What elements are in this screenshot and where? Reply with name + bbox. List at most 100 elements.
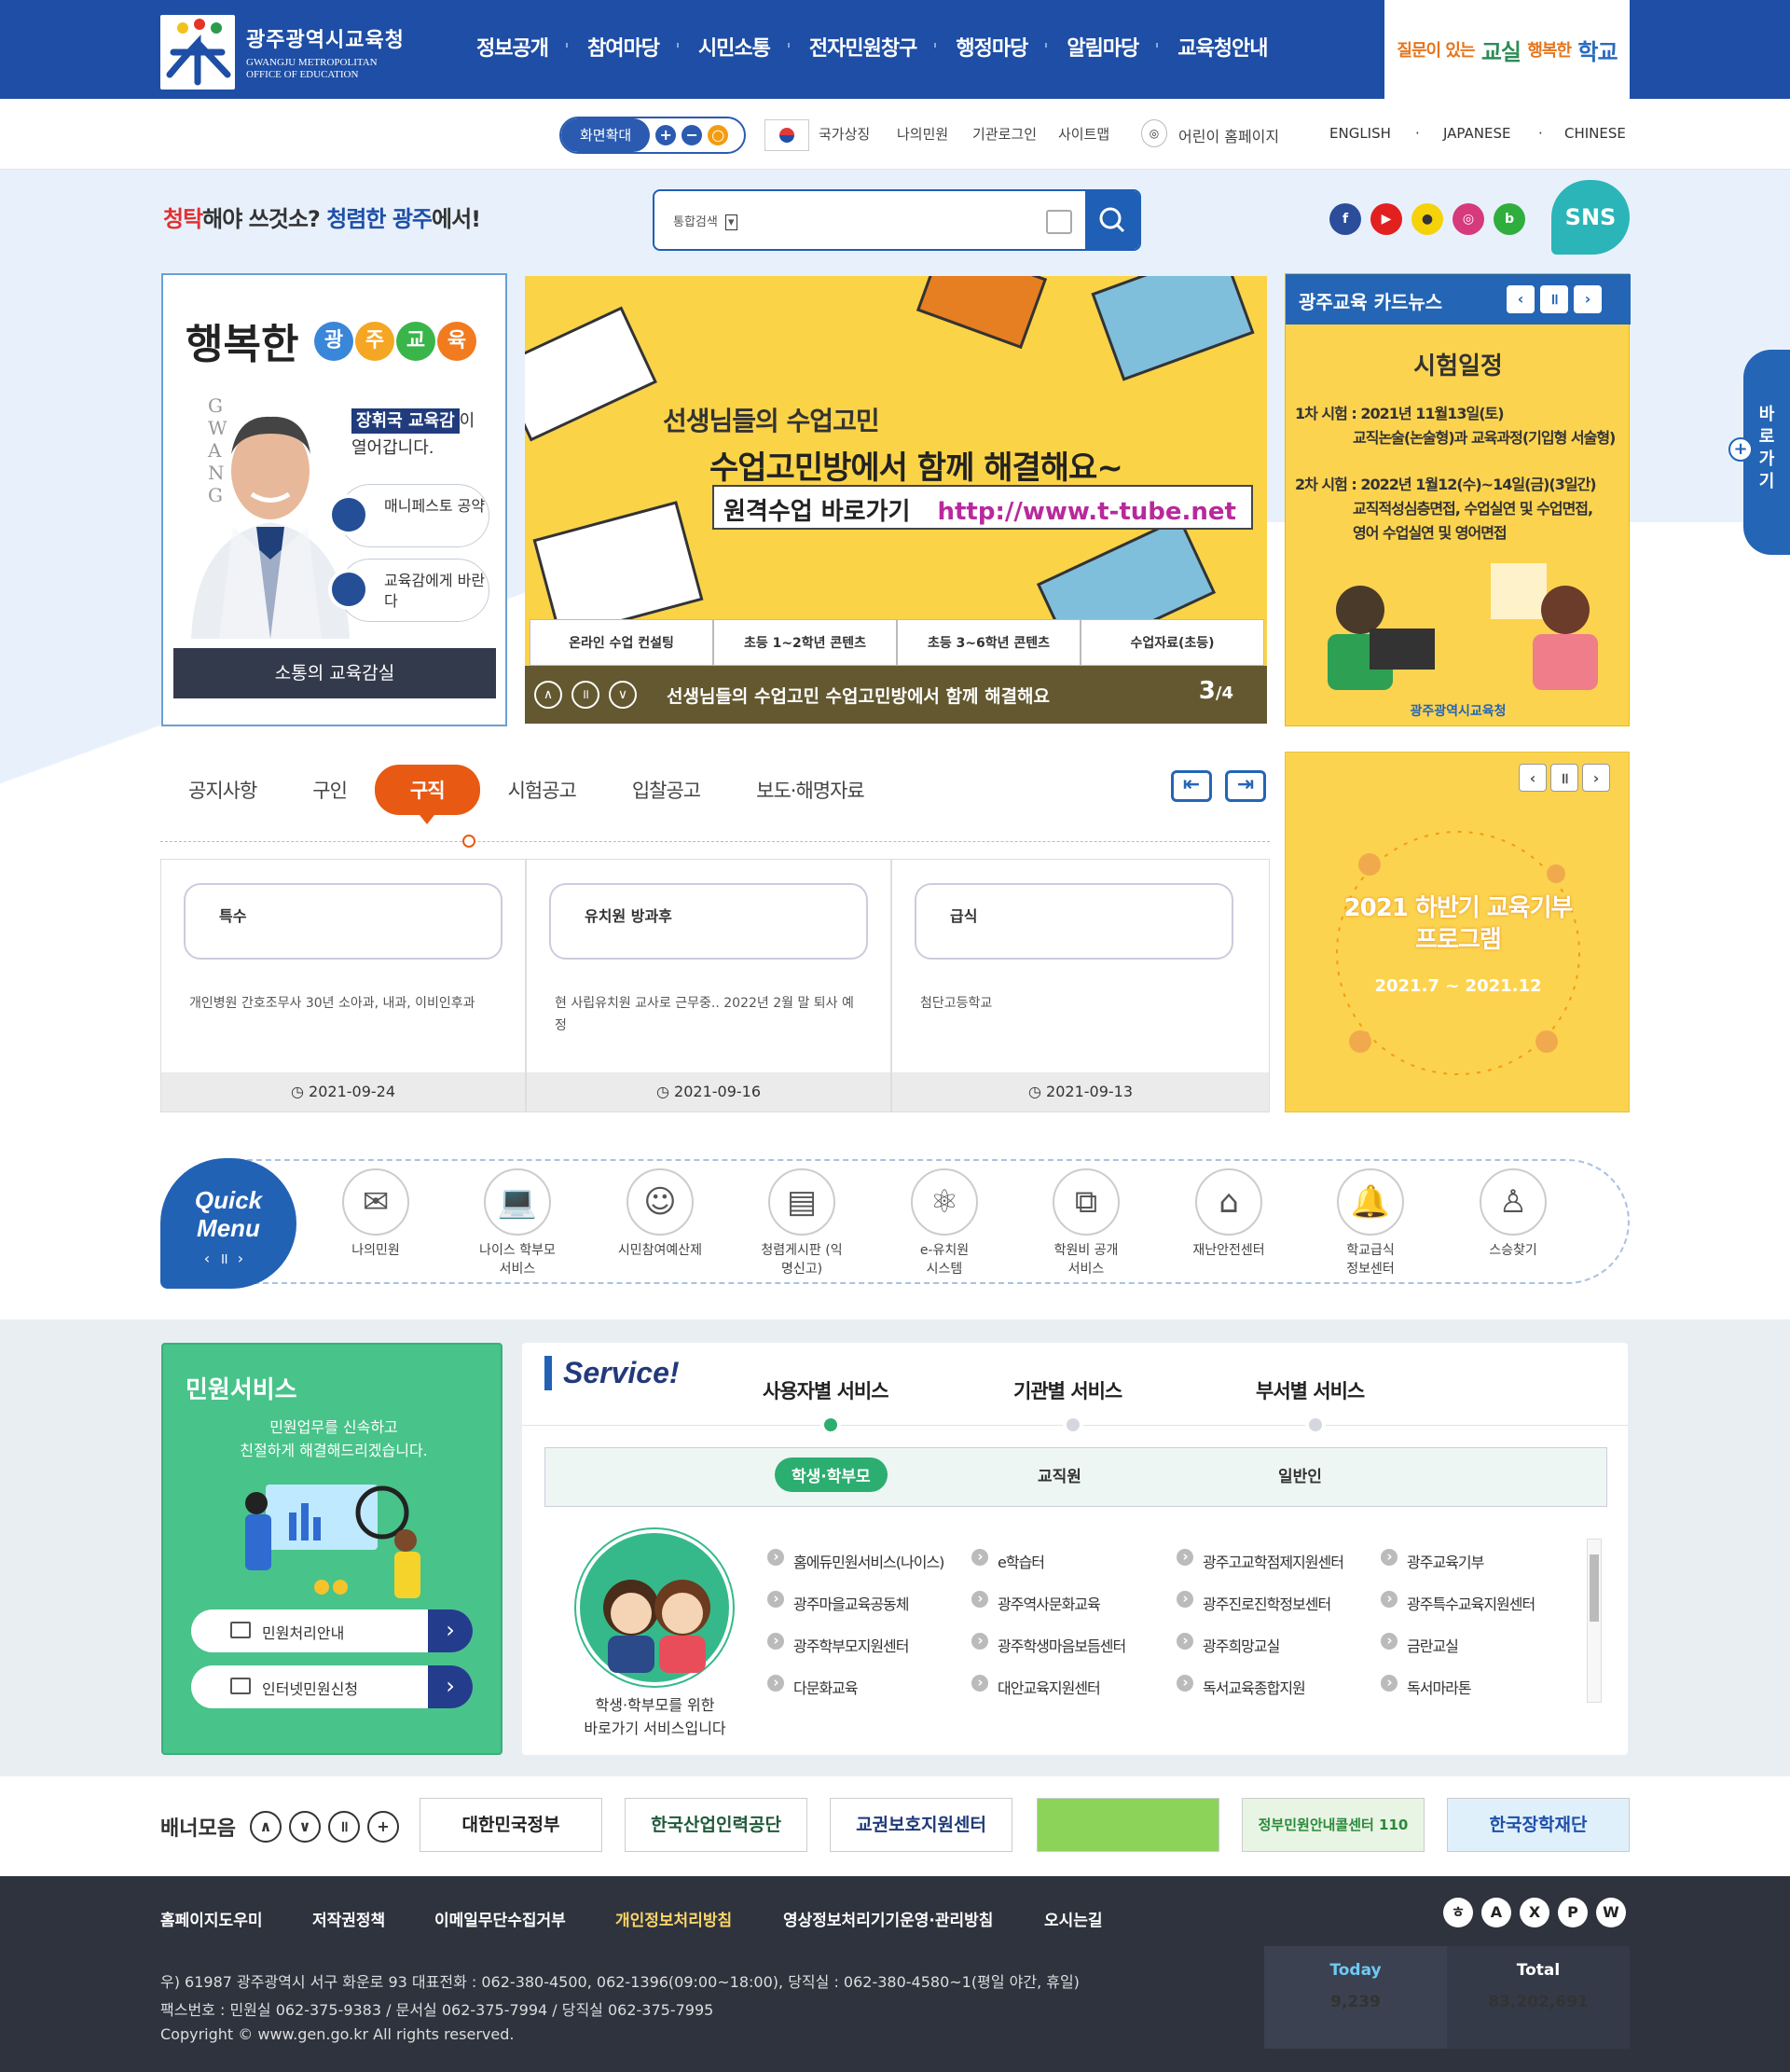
quick-item[interactable]: ⚛ e-유치원 시스템	[888, 1168, 1000, 1278]
notice-prev-icon[interactable]: ⇤	[1171, 770, 1212, 802]
word-viewer-icon[interactable]: W	[1596, 1898, 1626, 1927]
keyboard-icon[interactable]	[1046, 210, 1072, 234]
banner-kosaf[interactable]: 한국장학재단	[1447, 1798, 1630, 1852]
site-logo[interactable]: 광주광역시교육청 GWANGJU METROPOLITAN OFFICE OF …	[160, 15, 431, 90]
pdf-viewer-icon[interactable]: A	[1481, 1898, 1511, 1927]
banner-next-icon[interactable]: ∨	[609, 681, 637, 709]
service-link[interactable]: 광주마을교육공동체	[767, 1591, 909, 1614]
service-link[interactable]: 독서교육종합지원	[1177, 1675, 1306, 1698]
donation-pause-icon[interactable]: ॥	[1550, 764, 1578, 792]
service-link[interactable]: 홈에듀민원서비스(나이스)	[767, 1549, 944, 1572]
card-pause-icon[interactable]: ॥	[1540, 285, 1568, 313]
civil-guide-button[interactable]: 민원처리안내 ›	[191, 1609, 473, 1652]
banner-korea-gov[interactable]: 대한민국정부	[420, 1798, 602, 1852]
service-link[interactable]: 금란교실	[1381, 1633, 1459, 1656]
notice-card[interactable]: 특수 개인병원 간호조무사 30년 소아과, 내과, 이비인후과 ◷ 2021-…	[160, 859, 526, 1112]
service-link[interactable]: 대안교육지원센터	[971, 1675, 1101, 1698]
banner-up-icon[interactable]: ∧	[250, 1811, 282, 1843]
quick-item[interactable]: ✉ 나의민원	[320, 1168, 432, 1260]
banner-add-icon[interactable]: +	[367, 1811, 399, 1843]
subtab-public[interactable]: 일반인	[1278, 1463, 1322, 1486]
notice-card[interactable]: 급식 첨단고등학교 ◷ 2021-09-13	[891, 859, 1270, 1112]
service-link[interactable]: 광주특수교육지원센터	[1381, 1591, 1535, 1614]
communication-office-link[interactable]: 소통의 교육감실	[173, 648, 496, 698]
link-kids-homepage[interactable]: 어린이 홈페이지	[1178, 124, 1279, 146]
youtube-icon[interactable]: ▶	[1370, 203, 1402, 235]
banner-tab-grade-1-2[interactable]: 초등 1~2학년 콘텐츠	[713, 619, 897, 666]
blog-icon[interactable]: b	[1494, 203, 1525, 235]
quick-item[interactable]: ☺ 시민참여예산제	[604, 1168, 716, 1260]
quick-item[interactable]: 💻 나이스 학부모 서비스	[461, 1168, 573, 1278]
education-donation-banner[interactable]: ‹ ॥ › 2021 하반기 교육기부 프로그램 2021.7 ~ 2021.1…	[1285, 752, 1630, 1112]
quick-item[interactable]: 🔔 학교급식 정보센터	[1315, 1168, 1426, 1278]
service-link[interactable]: 독서마라톤	[1381, 1675, 1472, 1698]
service-link[interactable]: 광주역사문화교육	[971, 1591, 1101, 1614]
nav-item-participation[interactable]: 참여마당	[568, 32, 679, 62]
nav-item-about[interactable]: 교육청안내	[1158, 32, 1287, 62]
manifesto-button[interactable]: 매니페스토 공약	[328, 484, 489, 547]
service-link[interactable]: 다문화교육	[767, 1675, 859, 1698]
link-agency-login[interactable]: 기관로그인	[972, 124, 1037, 144]
quick-item[interactable]: ♙ 스승찾기	[1457, 1168, 1569, 1260]
zoom-out-icon[interactable]: −	[682, 125, 703, 145]
donation-next-icon[interactable]: ›	[1582, 764, 1610, 792]
tab-service-by-user[interactable]: 사용자별 서비스	[763, 1376, 889, 1404]
lang-chinese[interactable]: CHINESE	[1564, 125, 1626, 142]
tab-exam[interactable]: 시험공고	[480, 776, 604, 804]
banner-down-icon[interactable]: ∨	[289, 1811, 321, 1843]
tab-bidding[interactable]: 입찰공고	[604, 776, 728, 804]
hwp-viewer-icon[interactable]: ㅎ	[1443, 1898, 1473, 1927]
link-sitemap[interactable]: 사이트맵	[1058, 124, 1109, 144]
subtab-staff[interactable]: 교직원	[1038, 1463, 1081, 1486]
ask-superintendent-button[interactable]: 교육감에게 바란다	[328, 559, 489, 622]
service-link[interactable]: 광주희망교실	[1177, 1633, 1280, 1656]
banner-pause-icon[interactable]: ॥	[571, 681, 599, 709]
sns-button[interactable]: SNS	[1551, 180, 1630, 255]
tab-press[interactable]: 보도·해명자료	[728, 776, 892, 804]
notice-next-icon[interactable]: ⇥	[1225, 770, 1266, 802]
banner-teacher-rights[interactable]: 교권보호지원센터	[830, 1798, 1012, 1852]
tab-job-seek[interactable]: 구직	[374, 765, 480, 824]
banner-prev-icon[interactable]: ∧	[534, 681, 562, 709]
donation-prev-icon[interactable]: ‹	[1519, 764, 1547, 792]
facebook-icon[interactable]: f	[1329, 203, 1361, 235]
tab-job-offer[interactable]: 구인	[284, 776, 375, 804]
link-my-petition[interactable]: 나의민원	[897, 124, 948, 144]
footer-link-directions[interactable]: 오시는길	[1044, 1907, 1103, 1930]
banner-tab-consulting[interactable]: 온라인 수업 컨설팅	[530, 619, 713, 666]
nav-item-info[interactable]: 정보공개	[457, 32, 568, 62]
tab-service-by-agency[interactable]: 기관별 서비스	[1013, 1376, 1122, 1404]
service-scrollbar[interactable]	[1587, 1539, 1602, 1703]
quick-next-icon[interactable]: ›	[238, 1250, 253, 1267]
footer-link-email-refusal[interactable]: 이메일무단수집거부	[434, 1907, 566, 1930]
service-link[interactable]: 광주학생마음보듬센터	[971, 1633, 1126, 1656]
quick-item[interactable]: ⌂ 재난안전센터	[1173, 1168, 1285, 1260]
banner-callcenter-110[interactable]: 정부민원안내콜센터 110	[1242, 1798, 1425, 1852]
tab-service-by-department[interactable]: 부서별 서비스	[1256, 1376, 1365, 1404]
banner-tab-materials[interactable]: 수업자료(초등)	[1081, 619, 1264, 666]
quick-item[interactable]: ⧉ 학원비 공개 서비스	[1030, 1168, 1142, 1278]
nav-item-citizen[interactable]: 시민소통	[679, 32, 790, 62]
nav-item-notice[interactable]: 알림마당	[1047, 32, 1159, 62]
card-next-icon[interactable]: ›	[1574, 285, 1602, 313]
lang-japanese[interactable]: JAPANESE	[1443, 125, 1510, 142]
instagram-icon[interactable]: ◎	[1453, 203, 1484, 235]
quick-item[interactable]: ▤ 청렴게시판 (익명신고)	[746, 1168, 858, 1278]
service-link[interactable]: 광주교육기부	[1381, 1549, 1484, 1572]
side-shortcut-tab[interactable]: + 바로가기	[1728, 350, 1790, 555]
footer-link-privacy[interactable]: 개인정보처리방침	[615, 1907, 732, 1930]
nav-item-e-petition[interactable]: 전자민원창구	[790, 32, 937, 62]
zoom-reset-icon[interactable]: ○	[708, 125, 729, 145]
link-national-symbols[interactable]: 국가상징	[819, 124, 870, 144]
scrollbar-thumb[interactable]	[1590, 1554, 1599, 1622]
banner-pause-icon[interactable]: ॥	[328, 1811, 360, 1843]
footer-link-cctv[interactable]: 영상정보처리기기운영·관리방침	[783, 1907, 993, 1930]
quick-pause-icon[interactable]: ॥	[219, 1250, 238, 1267]
banner-hrd-korea[interactable]: 한국산업인력공단	[625, 1798, 807, 1852]
service-link[interactable]: 광주학부모지원센터	[767, 1633, 909, 1656]
search-button[interactable]	[1085, 191, 1139, 249]
search-scope-select[interactable]: 통합검색 ▾	[673, 212, 737, 230]
search-input[interactable]	[757, 200, 1037, 240]
banner-tab-grade-3-6[interactable]: 초등 3~6학년 콘텐츠	[897, 619, 1081, 666]
lang-english[interactable]: ENGLISH	[1329, 125, 1391, 142]
